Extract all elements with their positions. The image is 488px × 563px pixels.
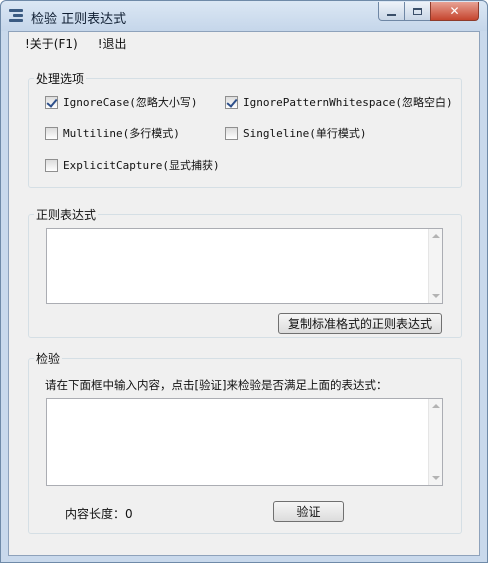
menu-about[interactable]: !关于(F1) [19, 34, 84, 54]
verify-instruction: 请在下面框中输入内容，点击[验证]来检验是否满足上面的表达式： [45, 378, 388, 392]
scroll-down-icon[interactable] [432, 476, 440, 480]
singleline-check-icon[interactable] [225, 126, 238, 140]
scroll-up-icon[interactable] [432, 404, 440, 408]
regex-scrollbar[interactable] [428, 229, 442, 303]
client-area: !关于(F1) !退出 处理选项 IgnoreCase(忽略大小写) Ignor… [8, 31, 480, 556]
multiline-checkbox[interactable]: Multiline(多行模式) [45, 125, 180, 141]
close-icon: ✕ [449, 4, 460, 18]
maximize-icon [413, 7, 422, 15]
ignorecase-checkbox[interactable]: IgnoreCase(忽略大小写) [45, 94, 197, 110]
copy-regex-button[interactable]: 复制标准格式的正则表达式 [278, 313, 442, 334]
explicitcapture-label: ExplicitCapture(显式捕获) [63, 159, 220, 172]
verify-scrollbar[interactable] [428, 399, 442, 485]
menu-bar: !关于(F1) !退出 [9, 32, 479, 56]
multiline-label: Multiline(多行模式) [63, 127, 180, 140]
content-length-value: 0 [125, 507, 133, 521]
ignorepatternwhitespace-label: IgnorePatternWhitespace(忽略空白) [243, 96, 453, 109]
close-button[interactable]: ✕ [430, 2, 479, 21]
ignorecase-label: IgnoreCase(忽略大小写) [63, 96, 198, 109]
title-bar[interactable]: 检验 正则表达式 ✕ [1, 1, 487, 31]
ignorepatternwhitespace-checkbox[interactable]: IgnorePatternWhitespace(忽略空白) [225, 94, 453, 110]
regex-input[interactable] [46, 228, 443, 304]
singleline-checkbox[interactable]: Singleline(单行模式) [225, 125, 366, 141]
minimize-button[interactable] [378, 2, 405, 21]
multiline-check-icon[interactable] [45, 126, 58, 140]
ignorecase-check-icon[interactable] [45, 95, 58, 109]
verify-legend: 检验 [36, 352, 61, 366]
verify-button[interactable]: 验证 [273, 501, 344, 522]
maximize-button[interactable] [404, 2, 431, 21]
app-window: 检验 正则表达式 ✕ !关于(F1) !退出 处理选项 IgnoreCase(忽… [0, 0, 488, 563]
app-menu-icon[interactable] [9, 9, 23, 22]
menu-exit[interactable]: !退出 [92, 34, 133, 54]
regex-legend: 正则表达式 [36, 208, 97, 222]
explicitcapture-checkbox[interactable]: ExplicitCapture(显式捕获) [45, 157, 220, 173]
content-length-caption: 内容长度： [65, 507, 126, 521]
scroll-down-icon[interactable] [432, 294, 440, 298]
verify-input[interactable] [46, 398, 443, 486]
minimize-icon [387, 13, 396, 16]
ignorepatternwhitespace-check-icon[interactable] [225, 95, 238, 109]
content-length-label: 内容长度：0 [65, 505, 133, 522]
options-legend: 处理选项 [36, 72, 85, 86]
singleline-label: Singleline(单行模式) [243, 127, 367, 140]
scroll-up-icon[interactable] [432, 234, 440, 238]
window-title: 检验 正则表达式 [31, 12, 127, 27]
explicitcapture-check-icon[interactable] [45, 158, 58, 172]
